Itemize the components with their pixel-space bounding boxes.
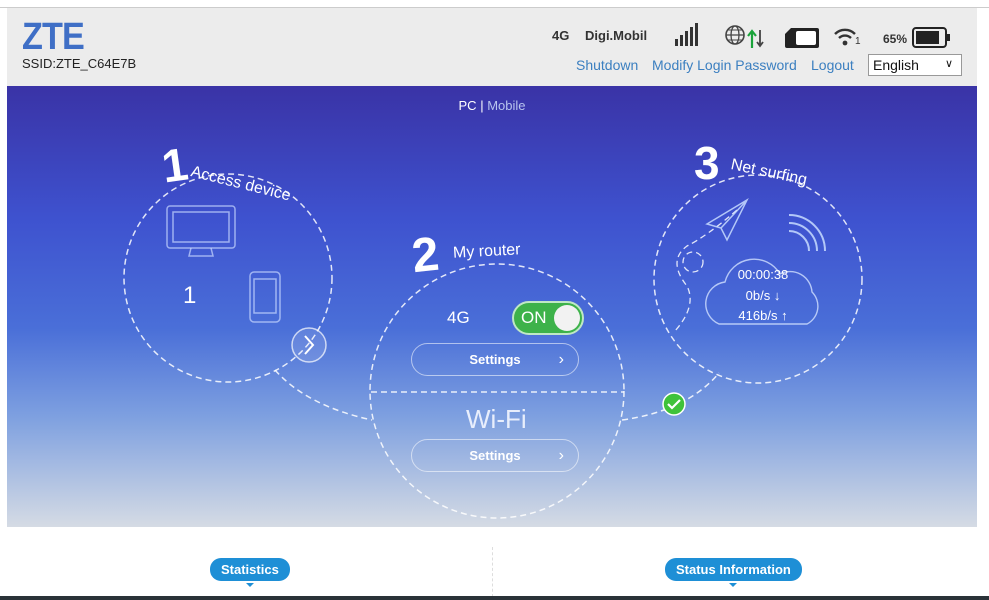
router-circle (369, 263, 625, 519)
battery-percent: 65% (883, 32, 908, 46)
signal-icon (675, 23, 698, 46)
status-information-tab[interactable]: Status Information (665, 558, 802, 587)
chevron-right-icon: › (558, 447, 564, 464)
paper-plane-icon (705, 198, 749, 242)
shutdown-link[interactable]: Shutdown (576, 57, 638, 73)
access-arrow-button (291, 327, 327, 363)
language-value: English (873, 57, 919, 73)
column-divider (492, 547, 493, 597)
monitor-icon (166, 205, 236, 257)
settings-label: Settings (469, 352, 521, 367)
chevron-down-icon: ∨ (944, 58, 953, 70)
4g-toggle[interactable]: ON (512, 301, 584, 335)
download-speed: 0b/s ↓ (745, 288, 781, 303)
zte-logo: ZTE (22, 16, 85, 58)
upload-speed: 416b/s ↑ (738, 308, 788, 323)
statistics-tab[interactable]: Statistics (210, 558, 290, 587)
logout-link[interactable]: Logout (811, 57, 854, 73)
header: ZTE SSID:ZTE_C64E7B 4G Digi.Mobil 1 65% … (7, 8, 977, 86)
connection-duration: 00:00:38 (737, 267, 789, 282)
connected-check-icon (662, 392, 686, 416)
toggle-knob (554, 305, 580, 331)
wifi-client-count: 1 (855, 36, 861, 47)
settings-label: Settings (469, 448, 521, 463)
wifi-icon (834, 28, 856, 46)
wifi-label: Wi-Fi (466, 404, 527, 434)
chevron-right-icon: › (558, 351, 564, 368)
language-select[interactable]: English ∨ (868, 54, 962, 76)
phone-icon (249, 271, 281, 323)
network-4g-label: 4G (447, 308, 470, 327)
link-left (274, 369, 373, 421)
step2-title: My router (452, 241, 521, 262)
step2-number: 2 (409, 227, 442, 284)
signal-waves-icon (788, 214, 826, 252)
toggle-label: ON (521, 308, 547, 327)
browser-strip (0, 0, 989, 8)
battery-icon (912, 27, 950, 48)
taskbar (0, 596, 989, 600)
4g-settings-button[interactable]: Settings › (411, 343, 579, 376)
network-type: 4G (552, 28, 570, 43)
modify-password-link[interactable]: Modify Login Password (652, 57, 797, 73)
globe-connected-icon (725, 25, 764, 48)
wifi-settings-button[interactable]: Settings › (411, 439, 579, 472)
operator-name: Digi.Mobil (585, 28, 648, 43)
main-panel: PC | Mobile 1 Access device 1 2 My route… (7, 86, 977, 527)
device-count: 1 (183, 282, 197, 309)
step3-number: 3 (694, 137, 720, 189)
ssid-label: SSID:ZTE_C64E7B (22, 56, 137, 71)
sim-card-icon (785, 28, 819, 48)
bottom-section: Statistics Status Information (7, 527, 977, 597)
